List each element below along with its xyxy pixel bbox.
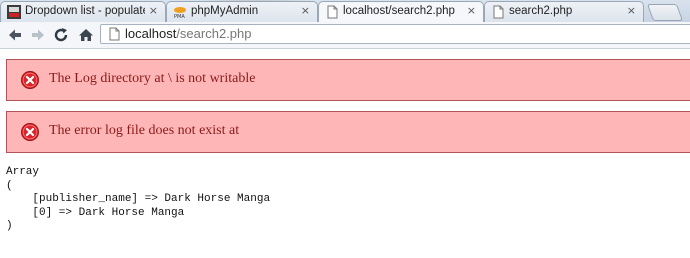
output-line: ) bbox=[6, 220, 13, 232]
tab-label: localhost/search2.php bbox=[343, 5, 455, 17]
close-icon[interactable]: × bbox=[301, 4, 310, 17]
close-icon[interactable]: × bbox=[149, 4, 158, 17]
svg-text:PMA: PMA bbox=[174, 14, 185, 19]
error-text: The error log file does not exist at bbox=[49, 123, 240, 138]
close-icon[interactable]: × bbox=[467, 4, 476, 17]
new-tab-button[interactable] bbox=[646, 4, 684, 21]
error-message-box: The error log file does not exist at bbox=[6, 111, 690, 153]
home-icon bbox=[79, 29, 93, 41]
back-button[interactable] bbox=[5, 25, 25, 45]
page-content: The Log directory at \ is not writable T… bbox=[0, 49, 690, 258]
home-button[interactable] bbox=[76, 25, 96, 45]
tab-search2[interactable]: search2.php × bbox=[484, 1, 644, 22]
browser-toolbar: localhost/search2.php bbox=[0, 22, 690, 49]
error-message-box: The Log directory at \ is not writable bbox=[6, 59, 690, 101]
reload-button[interactable] bbox=[51, 25, 71, 45]
url-path: /search2.php bbox=[176, 26, 252, 41]
output-line: [publisher_name] => Dark Horse Manga bbox=[6, 193, 271, 205]
error-icon bbox=[21, 71, 39, 89]
tab-label: search2.php bbox=[509, 5, 573, 17]
output-line: Array bbox=[6, 166, 40, 178]
url-host: localhost bbox=[125, 26, 177, 41]
tab-strip: Dropdown list - populate × PMA phpMyAdmi… bbox=[0, 0, 690, 22]
page-icon bbox=[109, 27, 120, 41]
error-icon bbox=[21, 123, 39, 141]
error-text: The Log directory at \ is not writable bbox=[49, 71, 256, 86]
tab-label: Dropdown list - populate bbox=[25, 5, 145, 17]
phpmyadmin-icon: PMA bbox=[174, 7, 186, 19]
page-icon bbox=[493, 5, 504, 19]
tab-localhost-search2[interactable]: localhost/search2.php × bbox=[318, 1, 484, 22]
page-icon bbox=[327, 5, 338, 19]
reload-icon bbox=[54, 28, 68, 42]
php-freaks-icon bbox=[7, 5, 21, 19]
output-line: ( bbox=[6, 179, 13, 192]
print-r-output: Array ( [publisher_name] => Dark Horse M… bbox=[6, 166, 270, 234]
tab-phpmyadmin[interactable]: PMA phpMyAdmin × bbox=[166, 1, 318, 22]
address-bar[interactable]: localhost/search2.php bbox=[100, 24, 690, 44]
forward-arrow-icon bbox=[32, 29, 44, 41]
url-text: localhost/search2.php bbox=[125, 26, 251, 41]
tab-dropdown-list[interactable]: Dropdown list - populate × bbox=[0, 1, 166, 22]
forward-button[interactable] bbox=[28, 25, 48, 45]
close-icon[interactable]: × bbox=[627, 4, 636, 17]
tab-label: phpMyAdmin bbox=[191, 5, 259, 17]
output-line: [0] => Dark Horse Manga bbox=[6, 206, 185, 219]
back-arrow-icon bbox=[9, 29, 21, 41]
